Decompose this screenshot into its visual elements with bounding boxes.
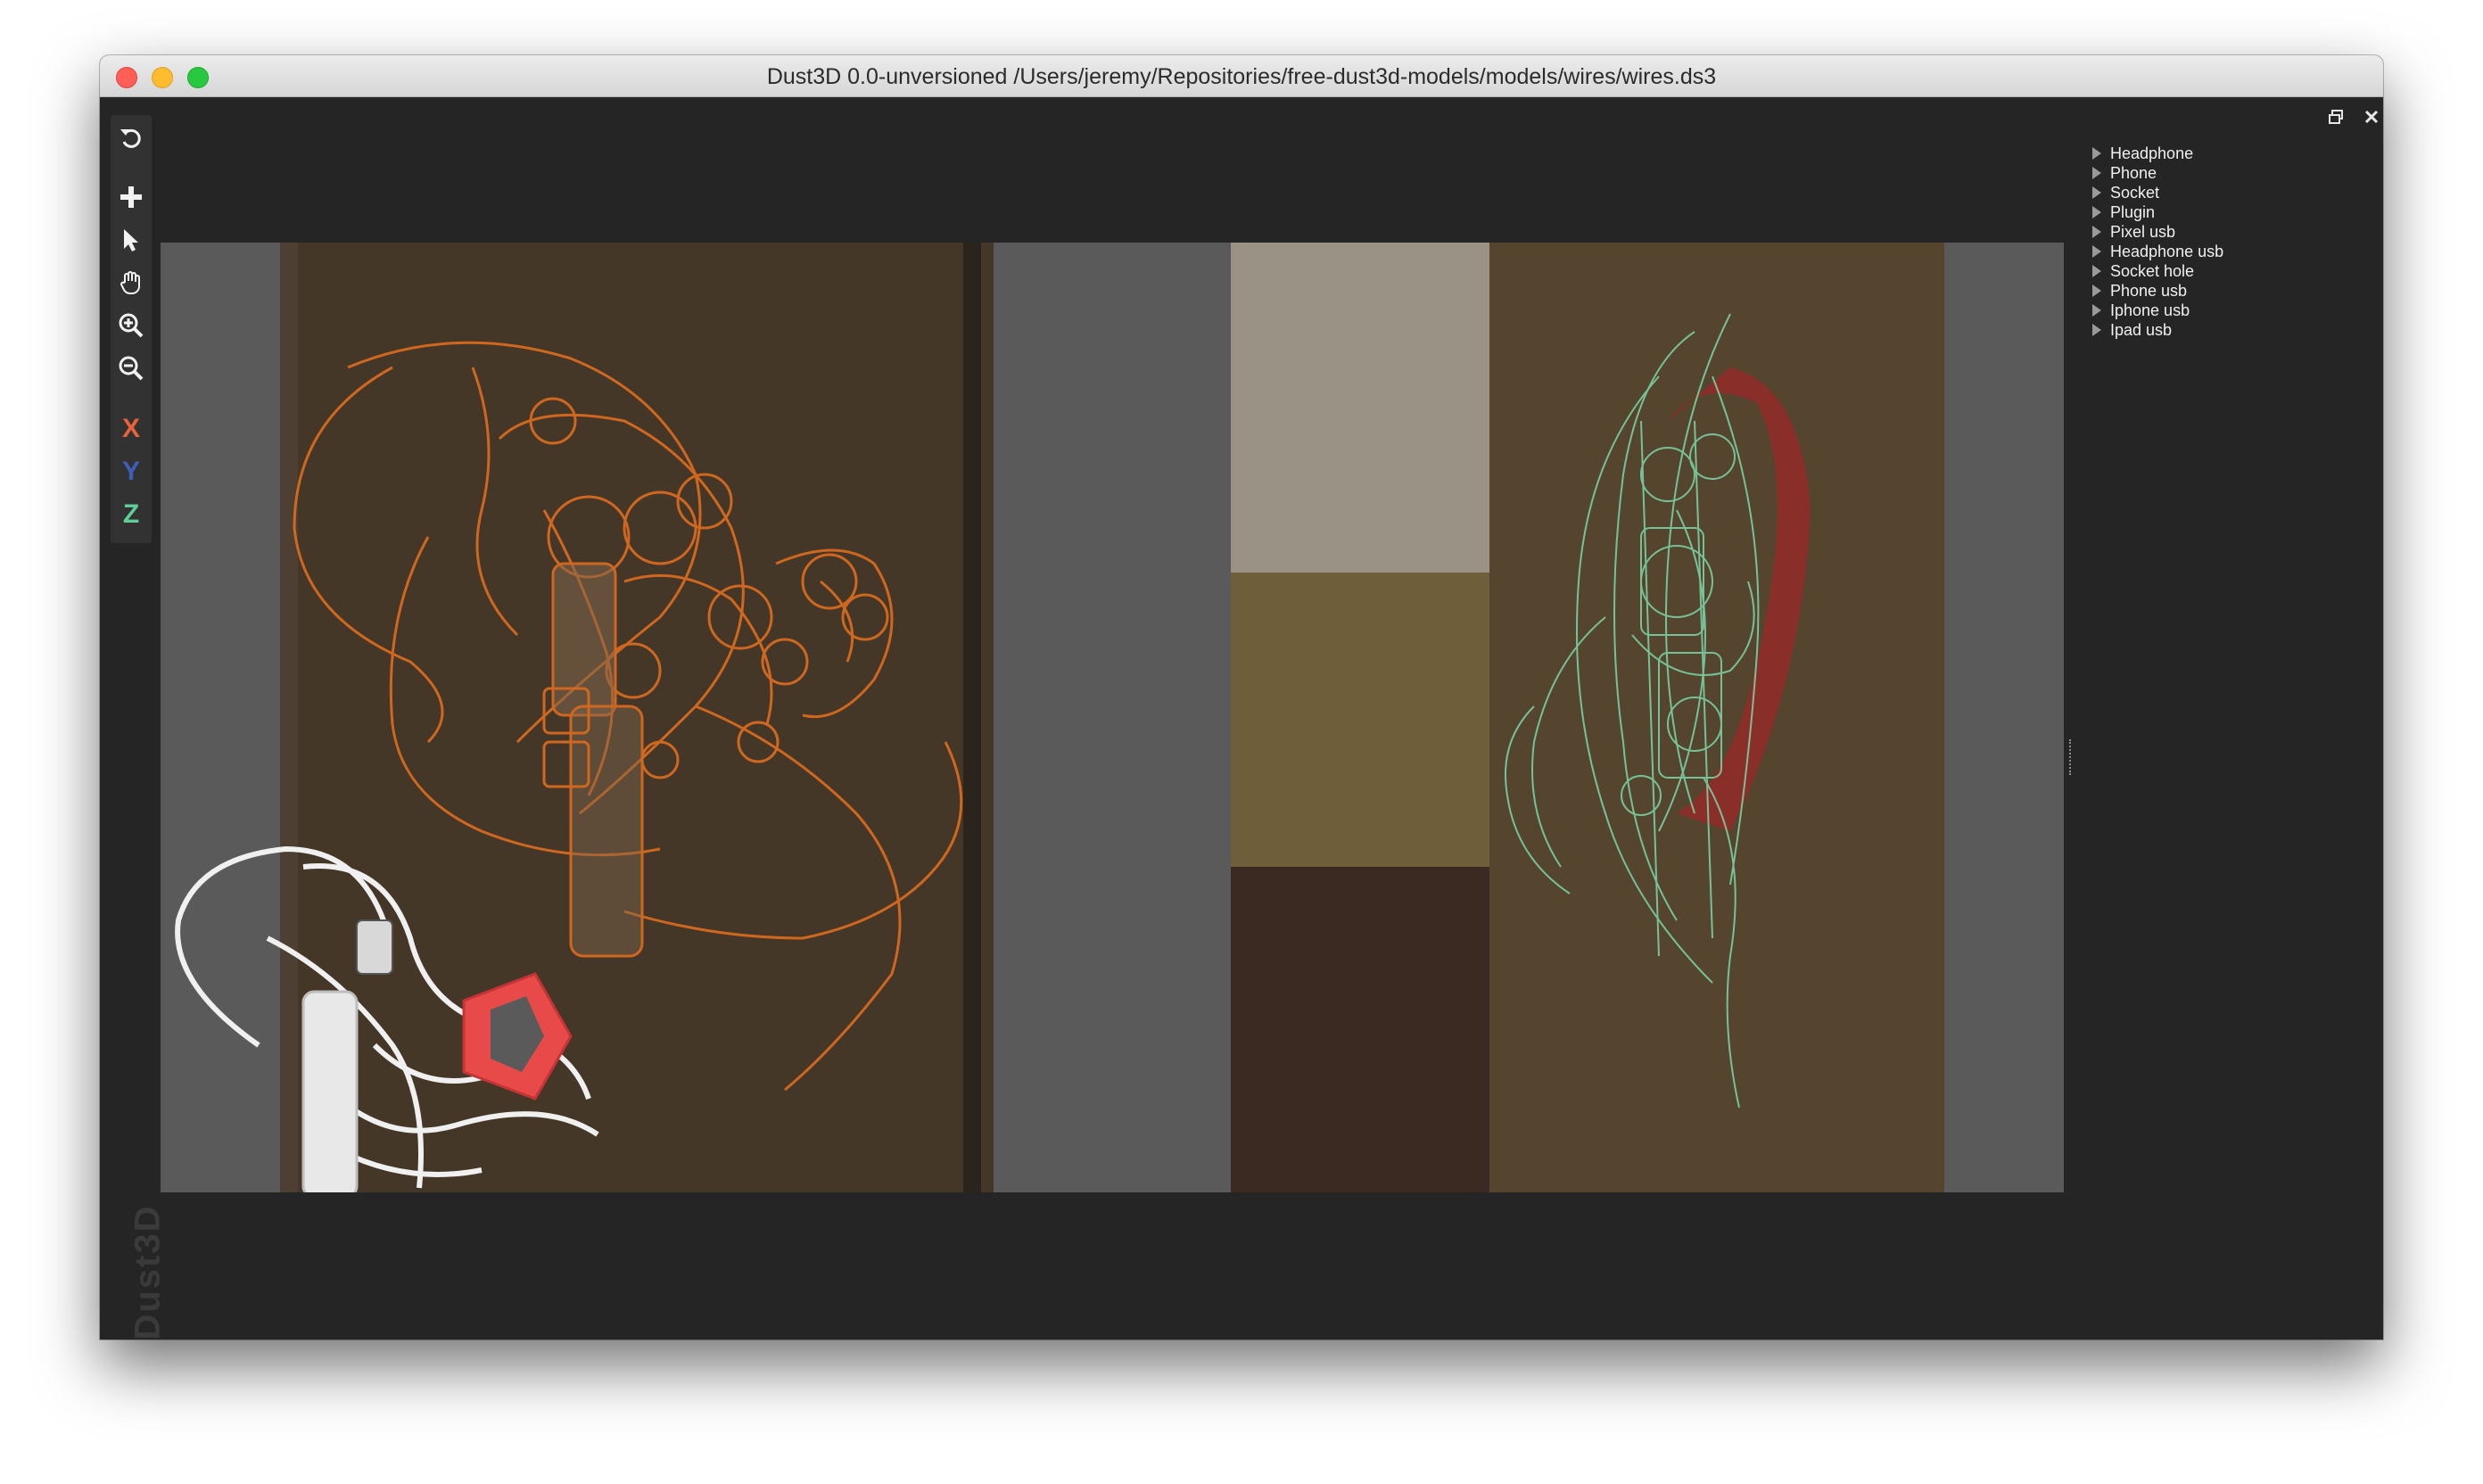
undo-button[interactable] [113,120,149,156]
part-name: Socket hole [2110,262,2195,280]
select-button[interactable] [113,222,149,258]
part-item[interactable]: Phone usb [2089,281,2356,301]
part-tree: Headphone Phone Socket Plugin Pixel usb … [2089,144,2356,340]
undo-icon [120,128,141,148]
expand-arrow-icon[interactable] [2092,186,2101,199]
part-item[interactable]: Ipad usb [2089,320,2356,340]
expand-arrow-icon[interactable] [2092,226,2101,238]
part-name: Headphone usb [2110,243,2224,260]
zoom-in-button[interactable] [113,308,149,343]
part-item[interactable]: Iphone usb [2089,301,2356,320]
part-name: Iphone usb [2110,301,2190,319]
close-panel-button[interactable] [2361,108,2382,129]
panel-splitter-handle[interactable] [2069,739,2075,775]
plus-icon [120,186,142,208]
part-item[interactable]: Headphone [2089,144,2356,163]
part-item[interactable]: Plugin [2089,202,2356,222]
restore-panel-button[interactable] [2325,108,2347,129]
part-name: Plugin [2110,203,2156,221]
part-item[interactable]: Headphone usb [2089,242,2356,261]
expand-arrow-icon[interactable] [2092,147,2101,160]
zoom-out-button[interactable] [113,350,149,386]
window-title: Dust3D 0.0-unversioned /Users/jeremy/Rep… [766,64,1717,89]
part-name: Headphone [2110,144,2194,162]
side-reference-image [1231,243,1944,1192]
part-name: Ipad usb [2110,321,2173,339]
hand-icon [120,271,140,295]
expand-arrow-icon[interactable] [2092,265,2101,277]
x-axis-lock-button[interactable]: X [113,411,149,447]
part-item[interactable]: Socket [2089,183,2356,202]
expand-arrow-icon[interactable] [2092,167,2101,179]
z-axis-lock-button[interactable]: Z [113,497,149,532]
dust3d-watermark-logo: Dust3D [107,1204,168,1340]
part-item[interactable]: Phone [2089,163,2356,183]
zoom-in-icon [119,313,144,338]
part-name: Pixel usb [2110,223,2176,241]
dust3d-logo-text: Dust3D [128,1204,168,1340]
drag-button[interactable] [113,265,149,301]
pointer-icon [124,229,138,251]
expand-arrow-icon[interactable] [2092,245,2101,258]
skeleton-canvas[interactable] [161,243,2064,1192]
expand-arrow-icon[interactable] [2092,206,2101,218]
close-icon [2364,110,2379,124]
zoom-out-icon [119,356,144,381]
part-item[interactable]: Pixel usb [2089,222,2356,242]
part-name: Socket [2110,184,2160,202]
expand-arrow-icon[interactable] [2092,284,2101,297]
part-item[interactable]: Socket hole [2089,261,2356,281]
restore-window-icon [2329,110,2343,124]
app-window: Dust3D 0.0-unversioned /Users/jeremy/Rep… [100,55,2383,1340]
part-name: Phone usb [2110,282,2188,300]
title-bar: Dust3D 0.0-unversioned /Users/jeremy/Rep… [100,55,2383,97]
add-node-button[interactable] [113,179,149,215]
tool-palette: X Y Z [111,115,152,543]
part-name: Phone [2110,164,2157,182]
expand-arrow-icon[interactable] [2092,324,2101,336]
y-axis-lock-button[interactable]: Y [113,454,149,490]
editor-area: X Y Z Dust3D Headphone Phone Socket Plug… [100,97,2383,1340]
expand-arrow-icon[interactable] [2092,304,2101,317]
